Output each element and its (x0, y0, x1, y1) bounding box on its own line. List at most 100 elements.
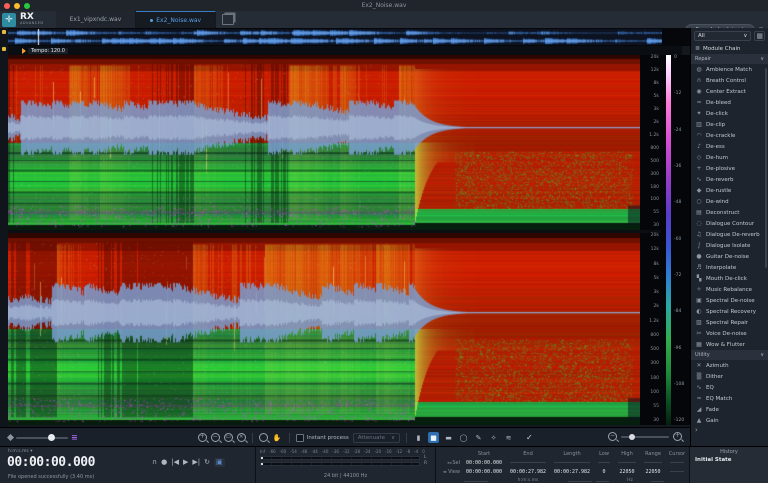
zoom-out-icon[interactable]: − (608, 432, 617, 441)
module-item-dialogue-de-reverb[interactable]: ♫ Dialogue De-reverb (691, 229, 768, 240)
tempo-ruler[interactable]: Tempo: 120.0 (0, 46, 682, 55)
module-item-eq-match[interactable]: ≈ EQ Match (691, 393, 768, 404)
module-item-de-reverb[interactable]: ∿ De-reverb (691, 174, 768, 185)
view-low-value: 0 (602, 468, 606, 475)
module-filter-select[interactable]: All ∨ (694, 31, 752, 41)
module-item-de-click[interactable]: ✦ De-click (691, 108, 768, 119)
module-item-guitar-de-noise[interactable]: ● Guitar De-noise (691, 251, 768, 262)
module-item-interpolate[interactable]: ♬ Interpolate (691, 262, 768, 273)
module-item-eq[interactable]: ∿ EQ (691, 382, 768, 393)
module-item-de-wind[interactable]: ○ De-wind (691, 196, 768, 207)
eq-icon: ∿ (696, 384, 702, 391)
time-selection-tool[interactable]: ▮ (413, 432, 424, 443)
module-item-voice-de-noise[interactable]: ✂ Voice De-noise (691, 328, 768, 339)
module-chain-item[interactable]: ≣ Module Chain (691, 43, 768, 54)
blend-slider-knob[interactable] (48, 434, 55, 441)
instant-process-toggle[interactable]: Instant process (295, 433, 349, 442)
module-item-de-bleed[interactable]: ≈ De-bleed (691, 97, 768, 108)
play-button[interactable]: ▶ (183, 459, 188, 466)
spectrogram-channel-right[interactable] (8, 233, 640, 425)
grid-view-icon[interactable]: ▦ (754, 31, 765, 41)
section-header-repair[interactable]: Repair ∨ (691, 54, 768, 64)
module-item-music-rebalance[interactable]: ✧ Music Rebalance (691, 284, 768, 295)
go-to-start-button[interactable]: |◀ (171, 459, 179, 466)
module-item-fade[interactable]: ◢ Fade (691, 404, 768, 415)
module-item-de-ess[interactable]: ♪ De-ess (691, 141, 768, 152)
tempo-marker-icon[interactable] (2, 47, 6, 51)
module-item-ambience-match[interactable]: ◍ Ambience Match (691, 64, 768, 75)
blend-slider[interactable] (16, 434, 68, 441)
instant-process-checkbox[interactable] (295, 433, 304, 442)
voice-de-noise-icon: ✂ (696, 330, 702, 337)
module-item-dialogue-isolate[interactable]: ∫ Dialogue Isolate (691, 240, 768, 251)
time-format-select[interactable]: h:m:s.ms ▾ (8, 449, 32, 454)
playhead-time-display: 00:00:00.000 (7, 455, 95, 470)
jump-to-view-icon[interactable]: ◂▸ (443, 470, 448, 475)
loop-button[interactable]: ↻ (204, 459, 210, 466)
section-header-utility[interactable]: Utility ∨ (691, 350, 768, 360)
module-item-dialogue-contour[interactable]: ◌ Dialogue Contour (691, 218, 768, 229)
module-panel-scrollbar[interactable] (765, 68, 767, 268)
time-frequency-selection-tool[interactable]: ■ (428, 432, 440, 443)
db-tick-label: -120 (674, 418, 685, 424)
module-item-mouth-de-click[interactable]: ▚ Mouth De-click (691, 273, 768, 284)
find-similar-icon[interactable]: ≋ (503, 432, 514, 443)
tab-ex2-noise-wav[interactable]: Ex2_Noise.wav (136, 11, 217, 28)
module-filter-value: All (698, 33, 705, 39)
confirm-selection-icon[interactable]: ✓ (526, 433, 533, 442)
spectrogram-channel-left[interactable] (8, 55, 640, 230)
tab-ex1-vipxndc-wav[interactable]: Ex1_vipxndc.wav (55, 11, 137, 28)
panel-expand-arrow[interactable]: › (691, 426, 768, 434)
overview-waveform[interactable] (8, 29, 662, 45)
db-tick-label: -24 (674, 127, 682, 133)
lasso-selection-tool[interactable]: ◯ (458, 432, 469, 443)
output-monitor-button[interactable]: ▣ (214, 458, 225, 467)
tab-overflow-icon[interactable] (222, 14, 235, 25)
time-format-value: h:m:s.ms (8, 449, 29, 454)
grab-tool-icon[interactable]: ✋ (272, 432, 283, 443)
zoom-selection-icon[interactable]: ▭ (223, 433, 233, 442)
module-item-center-extract[interactable]: ◉ Center Extract (691, 86, 768, 97)
record-button[interactable]: ● (161, 459, 167, 466)
module-item-de-plosive[interactable]: + De-plosive (691, 163, 768, 174)
process-mode-select[interactable]: Attenuate ∨ (352, 432, 401, 443)
module-item-de-rustle[interactable]: ◆ De-rustle (691, 185, 768, 196)
module-item-spectral-recovery[interactable]: ◐ Spectral Recovery (691, 306, 768, 317)
module-item-de-hum[interactable]: ◇ De-hum (691, 152, 768, 163)
spectrogram-legend[interactable]: 0 -12 -24 -36 -48 -60 -72 -84 -96 -108 -120 (661, 55, 690, 425)
monitor-headphones-icon[interactable]: ∩ (152, 459, 157, 466)
level-meter-right (260, 462, 420, 466)
zoom-slider-knob[interactable] (629, 433, 635, 440)
go-to-end-button[interactable]: ▶| (192, 459, 200, 466)
tempo-marker[interactable]: Tempo: 120.0 (28, 47, 68, 54)
module-item-dither[interactable]: ▒ Dither (691, 371, 768, 382)
zoom-slider[interactable] (621, 433, 669, 440)
legend-gradient-bar[interactable] (666, 55, 671, 425)
module-item-de-clip[interactable]: ▥ De-clip (691, 119, 768, 130)
zoom-in-time-icon[interactable]: + (197, 433, 207, 442)
magnify-tool-icon[interactable] (258, 433, 268, 442)
zoom-in-icon[interactable]: + (673, 432, 682, 441)
chevron-down-icon: ∨ (743, 33, 748, 39)
module-item-de-crackle[interactable]: ◠ De-crackle (691, 130, 768, 141)
module-item-spectral-repair[interactable]: ▨ Spectral Repair (691, 317, 768, 328)
history-item-initial-state[interactable]: Initial State (690, 455, 768, 465)
module-item-azimuth[interactable]: ✕ Azimuth (691, 360, 768, 371)
empty-cell (670, 462, 684, 463)
module-item-spectral-de-noise[interactable]: ▣ Spectral De-noise (691, 295, 768, 306)
module-item-deconstruct[interactable]: ▤ Deconstruct (691, 207, 768, 218)
module-item-wow-flutter[interactable]: ▦ Wow & Flutter (691, 339, 768, 350)
marker-icon[interactable] (2, 30, 6, 34)
jump-to-selection-icon[interactable]: ◂◂ (447, 461, 452, 466)
frequency-ruler-right[interactable]: 20k 12k 8k 5k 3k 2k 1.2k 800 500 300 180 100 55 30 (640, 233, 661, 425)
freq-tick-label: 8k (653, 261, 659, 267)
magic-wand-tool[interactable]: ✧ (488, 432, 499, 443)
zoom-reset-icon[interactable]: × (236, 433, 246, 442)
brush-selection-tool[interactable]: ✎ (473, 432, 484, 443)
module-item-gain[interactable]: ▲ Gain (691, 415, 768, 426)
module-item-breath-control[interactable]: ∩ Breath Control (691, 75, 768, 86)
zoom-out-time-icon[interactable]: − (210, 433, 220, 442)
overview-bar[interactable] (0, 28, 768, 46)
frequency-selection-tool[interactable]: ▬ (443, 432, 454, 443)
frequency-ruler-left[interactable]: 20k 12k 8k 5k 3k 2k 1.2k 800 500 300 180 100 55 30 (640, 55, 661, 230)
